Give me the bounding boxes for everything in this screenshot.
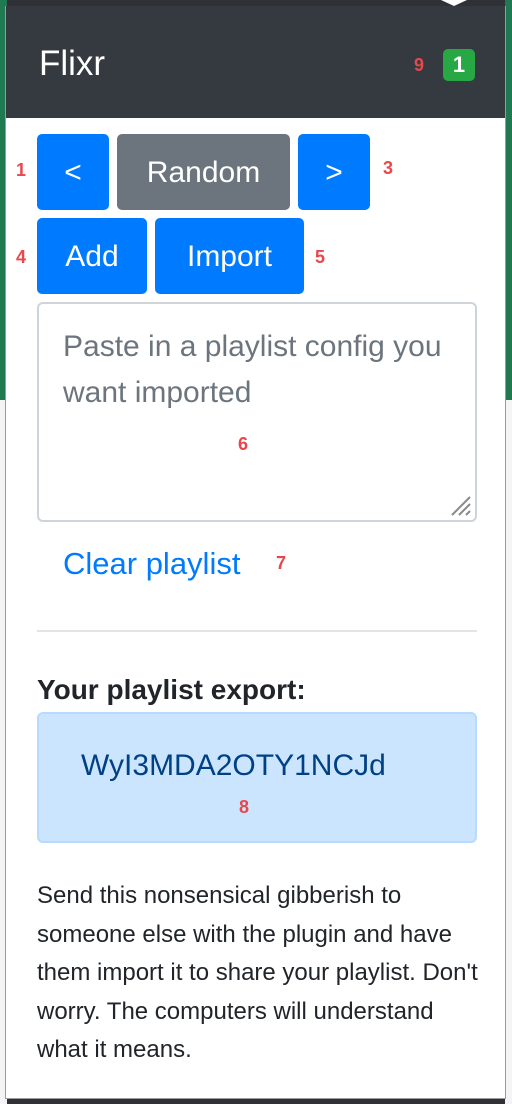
app-title: Flixr (39, 44, 106, 83)
import-button[interactable]: Import (155, 218, 304, 294)
marker-prev: 1 (16, 160, 27, 180)
marker-textarea: 6 (238, 434, 249, 454)
export-description: Send this nonsensical gibberish to someo… (37, 882, 478, 1063)
next-button[interactable]: > (298, 134, 370, 210)
marker-add: 4 (16, 247, 27, 267)
extension-popup: Flixr 9 1 1 < Random > 3 4 Add Import 5 … (5, 6, 506, 1099)
marker-badge: 9 (414, 55, 425, 75)
previous-button[interactable]: < (37, 134, 109, 210)
popup-header: Flixr 9 1 (6, 6, 505, 118)
playlist-import-field[interactable] (37, 302, 477, 522)
random-button[interactable]: Random (117, 134, 290, 210)
marker-clear: 7 (276, 553, 287, 573)
count-badge[interactable]: 1 (443, 49, 475, 81)
add-button[interactable]: Add (37, 218, 147, 294)
resize-grip-icon[interactable] (446, 491, 472, 517)
popup-caret (441, 0, 467, 6)
marker-next: 3 (383, 158, 394, 178)
background-lower-right (505, 400, 512, 1104)
background-right-strip (505, 0, 512, 400)
section-divider (37, 630, 477, 632)
export-heading: Your playlist export: (37, 674, 306, 705)
marker-import: 5 (315, 247, 326, 267)
clear-playlist-link[interactable]: Clear playlist (63, 544, 240, 584)
marker-export: 8 (239, 797, 250, 817)
export-code[interactable]: WyI3MDA2OTY1NCJd (81, 746, 386, 786)
export-code-box[interactable]: WyI3MDA2OTY1NCJd 8 (37, 712, 477, 843)
